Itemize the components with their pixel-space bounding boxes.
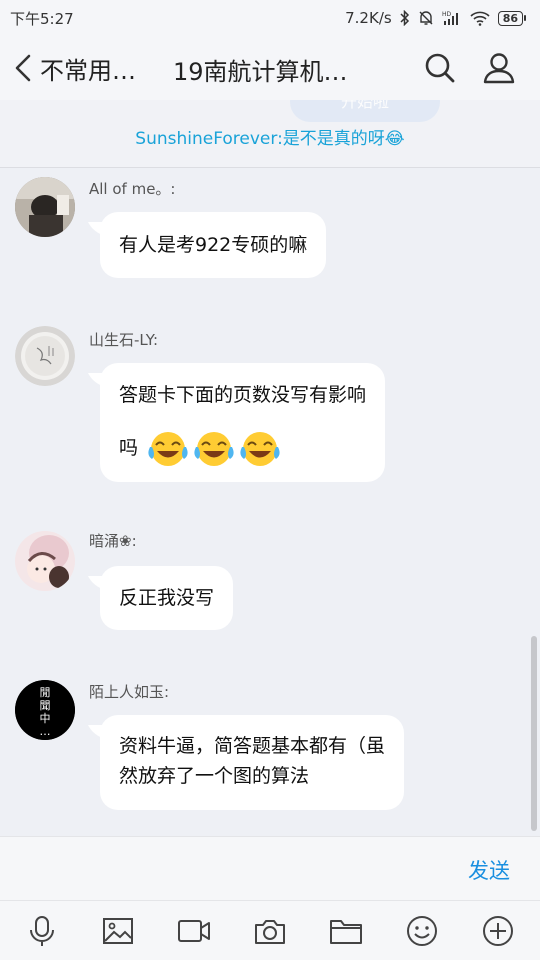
smiley-icon (407, 915, 437, 946)
status-bar: 下午5:27 7.2K/s HD 86 (0, 0, 540, 36)
avatar-text: 閒 聞 中 … (39, 686, 51, 738)
avatar[interactable] (15, 531, 75, 591)
notice-text: SunshineForever:是不是真的呀😂 (135, 129, 405, 149)
video-button[interactable] (169, 906, 219, 956)
camera-icon (255, 919, 285, 944)
back-label: 不常用… (40, 56, 136, 85)
folder-button[interactable] (321, 906, 371, 956)
status-icons: 7.2K/s HD 86 (345, 9, 526, 27)
image-button[interactable] (93, 906, 143, 956)
hd-signal-icon: HD (442, 11, 458, 25)
chat-scrollbar[interactable] (531, 636, 537, 831)
message-text: 反正我没写 (119, 587, 215, 609)
wifi-icon (470, 11, 490, 26)
message-bubble[interactable]: 资料牛逼，简答题基本都有（虽 然放弃了一个图的算法 (100, 715, 405, 810)
chat-header: 不常用… 19南航计算机… (0, 36, 540, 100)
tears-of-joy-emoji-icon (194, 431, 234, 466)
sender-name: 暗涌❀: (89, 532, 137, 550)
battery-icon: 86 (497, 10, 526, 26)
battery-level: 86 (497, 10, 523, 26)
emoji-button[interactable] (397, 906, 447, 956)
more-button[interactable] (473, 906, 523, 956)
svg-text:HD: HD (442, 11, 452, 18)
search-icon[interactable] (424, 52, 456, 84)
notice-ghost-bubble: 开始啦 (290, 100, 440, 122)
message-text: 资料牛逼，简答题基本都有（虽 (119, 735, 386, 757)
message-text: 有人是考922专硕的嘛 (119, 234, 308, 256)
page-title: 19南航计算机… (173, 58, 348, 86)
avatar[interactable] (15, 177, 75, 237)
sender-name: All of me。: (89, 180, 176, 198)
network-speed: 7.2K/s (345, 9, 392, 27)
group-members-icon[interactable] (483, 52, 517, 84)
chat-message-list[interactable]: All of me。: 有人是考922专硕的嘛 山生石-LY: 答题卡下面的页数… (0, 168, 540, 836)
plus-circle-icon (483, 915, 513, 946)
tears-of-joy-emoji-icon (148, 431, 188, 466)
bluetooth-icon (400, 10, 409, 26)
folder-icon (330, 919, 362, 944)
avatar[interactable] (15, 326, 75, 386)
camera-button[interactable] (245, 906, 295, 956)
sender-name: 陌上人如玉: (89, 683, 170, 701)
sender-name: 山生石-LY: (89, 331, 159, 349)
send-button[interactable]: 发送 (468, 855, 510, 885)
message-input-area[interactable]: 发送 (0, 836, 540, 900)
message-text-line2: 然放弃了一个图的算法 (119, 765, 310, 787)
voice-button[interactable] (17, 906, 67, 956)
message-bubble[interactable]: 反正我没写 (100, 566, 234, 630)
avatar[interactable]: 閒 聞 中 … (15, 680, 75, 740)
status-time: 下午5:27 (10, 9, 74, 28)
tears-of-joy-emoji-icon (240, 431, 280, 466)
bottom-toolbar (0, 900, 540, 960)
image-icon (103, 917, 133, 944)
message-text-tail: 吗 (119, 437, 139, 459)
message-text: 答题卡下面的页数没写有影响 (119, 384, 367, 406)
mute-icon (419, 11, 433, 25)
back-button[interactable]: 不常用… (0, 51, 150, 86)
chevron-left-icon (15, 54, 31, 82)
microphone-icon (30, 915, 54, 946)
message-text-line2: 吗 (119, 422, 366, 475)
message-bubble[interactable]: 答题卡下面的页数没写有影响 吗 (100, 363, 386, 482)
message-bubble[interactable]: 有人是考922专硕的嘛 (100, 212, 327, 278)
notice-bar[interactable]: 开始啦 SunshineForever:是不是真的呀😂 (0, 100, 540, 168)
video-camera-icon (178, 919, 210, 942)
